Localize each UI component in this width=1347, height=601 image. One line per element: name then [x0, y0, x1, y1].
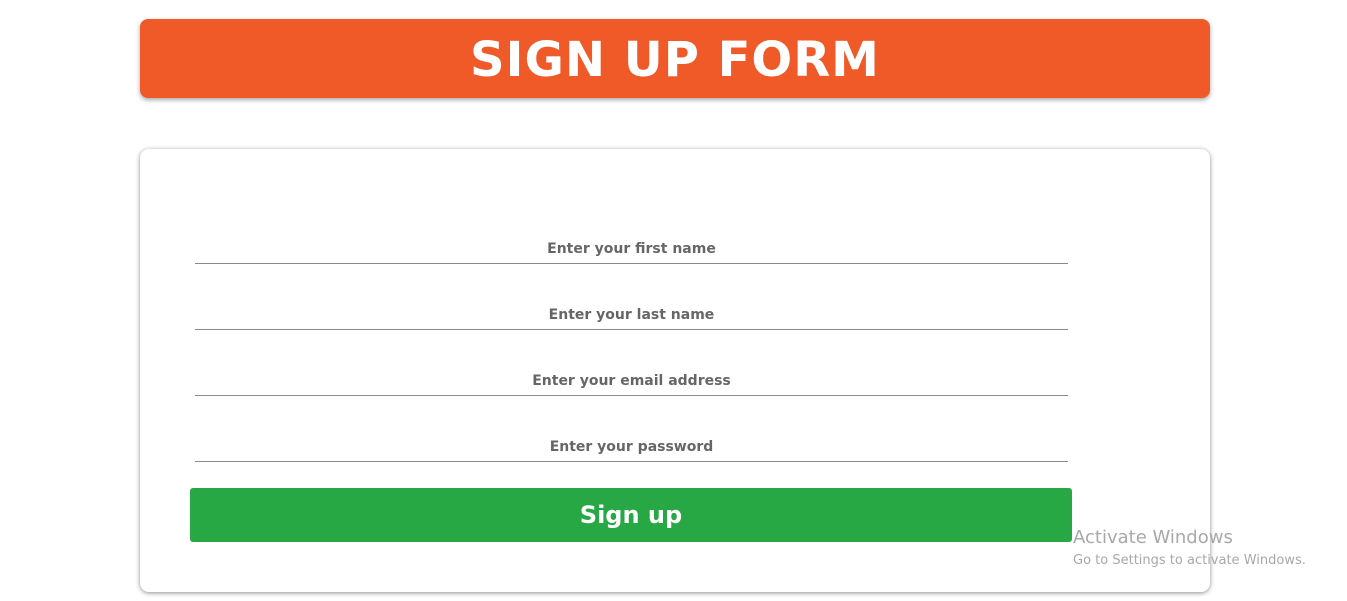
last-name-input[interactable]: [195, 300, 1068, 330]
email-input[interactable]: [195, 366, 1068, 396]
first-name-input[interactable]: [195, 234, 1068, 264]
password-input[interactable]: [195, 432, 1068, 462]
sign-up-button[interactable]: Sign up: [190, 488, 1072, 542]
page: SIGN UP FORM Sign up Activate Windows Go…: [0, 0, 1347, 601]
signup-form: Sign up: [140, 149, 1210, 592]
activate-windows-watermark: Activate Windows Go to Settings to activ…: [1073, 527, 1306, 571]
watermark-title: Activate Windows: [1073, 527, 1233, 548]
header-banner: SIGN UP FORM: [140, 19, 1210, 98]
watermark-subtitle: Go to Settings to activate Windows.: [1073, 553, 1306, 568]
page-title: SIGN UP FORM: [470, 31, 880, 88]
